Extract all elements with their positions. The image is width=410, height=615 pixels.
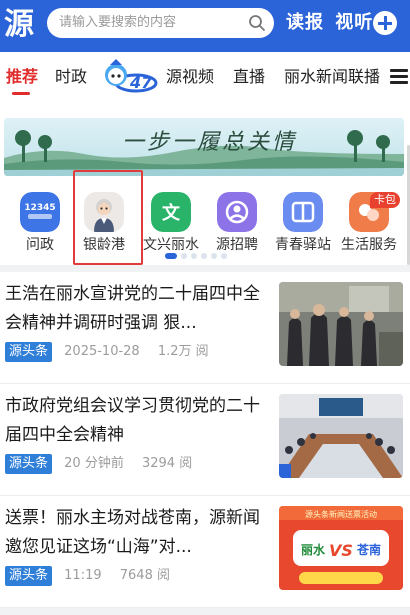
svg-text:12345: 12345 [24,203,55,213]
page-dot-active [165,253,177,259]
grid-item-youth-station[interactable]: 青春驿站 [273,188,333,258]
source-tag: 源头条 [5,566,53,586]
news-thumbnail[interactable] [279,282,403,366]
service-grid: 12345 问政 银龄港 文 文兴丽水 源招聘 青春驿站 生活服务 [0,188,410,258]
section-divider [0,265,410,272]
page-indicator [165,253,245,259]
tab-politics[interactable]: 时政 [55,52,87,102]
grid-label: 青春驿站 [275,237,331,253]
news-time: 2025-10-28 [64,344,140,359]
culture-icon: 文 [151,192,191,232]
news-item[interactable]: 王浩在丽水宣讲党的二十届四中全会精神并调研时强调 狠... 源头条 2025-1… [0,272,410,384]
match-poster: 源头条新闻送票活动 丽水 VS 苍南 [279,506,403,590]
top-header: 源 请输入要搜索的内容 读报 视听 [0,0,410,52]
12345-icon: 12345 [20,192,60,232]
search-placeholder: 请输入要搜索的内容 [59,15,177,30]
page-dot [181,253,187,259]
poster-team-cangnan: 苍南 [356,542,381,557]
conference-photo [279,394,403,478]
source-tag: 源头条 [5,454,53,474]
news-meta: 源头条 11:19 7648 阅 [5,566,184,586]
watch-listen-link[interactable]: 视听 [335,12,373,33]
svg-text:47: 47 [129,73,153,92]
poster-vs: VS [329,541,353,560]
selection-highlight [73,170,143,265]
grid-label: 文兴丽水 [143,237,199,253]
poster-team-lishui: 丽水 [301,542,326,557]
menu-icon[interactable] [390,69,408,85]
page-dot [221,253,227,259]
card-pack-badge: 卡包 [370,192,400,208]
recruit-icon [217,192,257,232]
app-logo[interactable]: 源 [4,4,42,46]
top-banner[interactable]: 一步一履总关情 [4,118,404,176]
search-box[interactable]: 请输入要搜索的内容 [47,8,274,38]
news-title[interactable]: 市政府党组会议学习贯彻党的二十届四中全会精神 [5,392,265,450]
grid-item-recruit[interactable]: 源招聘 [207,188,267,258]
add-icon[interactable] [373,11,397,35]
news-meta: 源头条 20 分钟前 3294 阅 [5,454,206,474]
search-icon[interactable] [248,14,266,32]
tab-source-video[interactable]: 源视频 [166,52,214,102]
mascot-logo-icon[interactable]: 47 [100,57,158,97]
news-meta: 源头条 2025-10-28 1.2万 阅 [5,342,223,362]
header-links: 读报 视听 [286,8,377,38]
poster-top-text: 源头条新闻送票活动 [305,509,377,519]
tab-live[interactable]: 直播 [233,52,265,102]
news-views: 1.2万 阅 [157,344,209,359]
news-views: 3294 阅 [141,456,193,471]
grid-label: 源招聘 [216,237,258,253]
news-thumbnail[interactable]: 源头条新闻送票活动 丽水 VS 苍南 [279,506,403,590]
grid-item-wenzheng[interactable]: 12345 问政 [10,188,70,258]
news-thumbnail[interactable] [279,394,403,478]
channel-tabs: 推荐 时政 源视频 直播 丽水新闻联播 [0,52,410,102]
news-title[interactable]: 送票！丽水主场对战苍南，源新闻邀您见证这场“山海”对... [5,504,265,562]
tab-lishui-news[interactable]: 丽水新闻联播 [284,52,380,102]
page-dot [191,253,197,259]
page-dot [201,253,207,259]
book-icon [283,192,323,232]
grid-label: 问政 [26,237,54,253]
banner-title: 一步一履总关情 [122,130,298,155]
grid-item-wenxing-lishui[interactable]: 文 文兴丽水 [141,188,201,258]
meeting-photo [279,282,403,366]
svg-text:文: 文 [162,202,181,224]
news-time: 20 分钟前 [64,456,124,471]
page-dot [211,253,217,259]
section-divider [0,608,410,615]
news-item[interactable]: 送票！丽水主场对战苍南，源新闻邀您见证这场“山海”对... 源头条 11:19 … [0,496,410,608]
read-paper-link[interactable]: 读报 [286,12,324,33]
active-tab-indicator [12,92,30,95]
news-item[interactable]: 市政府党组会议学习贯彻党的二十届四中全会精神 源头条 20 分钟前 3294 阅 [0,384,410,496]
grid-label: 生活服务 [341,237,397,253]
news-views: 7648 阅 [119,568,170,583]
source-tag: 源头条 [5,342,53,362]
news-title[interactable]: 王浩在丽水宣讲党的二十届四中全会精神并调研时强调 狠... [5,280,265,338]
news-time: 11:19 [64,568,102,583]
